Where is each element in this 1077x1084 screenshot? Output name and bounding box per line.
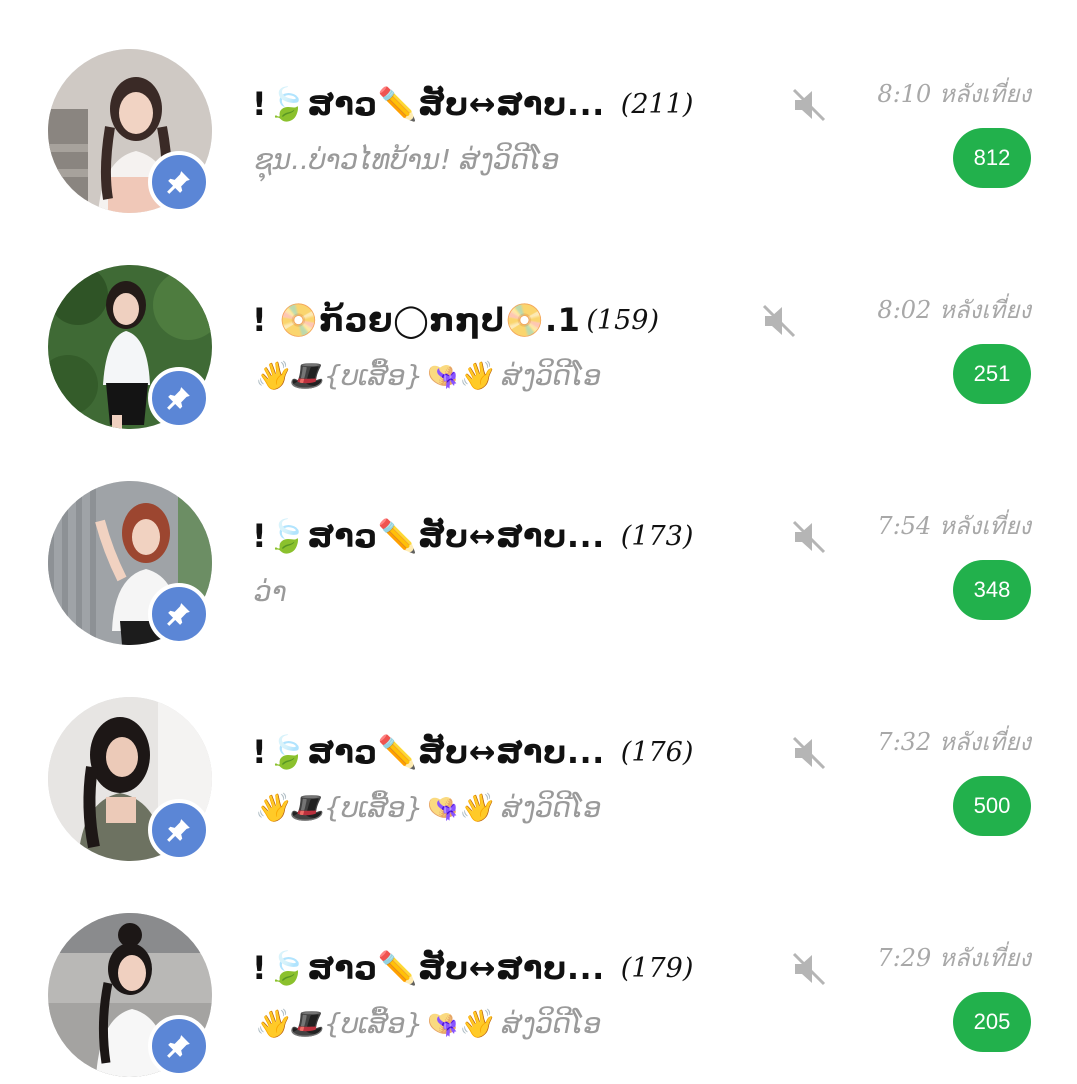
mute-icon: [790, 734, 828, 772]
pin-icon: [148, 1015, 210, 1077]
last-message-preview: ຊຸນ..ບ່າວໄທບ້ານ! ສ່ງວິດີໂອ: [254, 142, 560, 176]
pin-icon: [148, 583, 210, 645]
unread-count-badge: 348: [953, 560, 1031, 620]
timestamp: 7:54 หลังเที่ยง: [877, 512, 1031, 540]
unread-count-badge: 812: [953, 128, 1031, 188]
chat-row[interactable]: !🍃ສາວ✏️ສັບ↔ສາບ... (176) 👋🎩{ບເສື້ອ}👒👋 ສ່ງ…: [0, 648, 1077, 864]
member-count: (159): [586, 304, 659, 336]
chat-title-line: !🍃ສາວ✏️ສັບ↔ສາບ... (173): [252, 510, 792, 562]
chat-title: ! 📀ກ້ວຍ◯ກ໗ປ📀.1: [252, 301, 581, 339]
chat-list: !🍃ສາວ✏️ສັບ↔ສາບ... (211) ຊຸນ..ບ່າວໄທບ້ານ!…: [0, 0, 1077, 1084]
last-message-preview: 👋🎩{ບເສື້ອ}👒👋 ສ່ງວິດີໂອ: [254, 1006, 602, 1040]
timestamp: 7:29 หลังเที่ยง: [877, 944, 1031, 972]
unread-count-badge: 500: [953, 776, 1031, 836]
member-count: (173): [620, 520, 694, 552]
timestamp: 8:10 หลังเที่ยง: [877, 80, 1031, 108]
chat-title: !🍃ສາວ✏️ສັບ↔ສາບ...: [252, 517, 605, 555]
mute-icon: [790, 518, 828, 556]
chat-title: !🍃ສາວ✏️ສັບ↔ສາບ...: [252, 85, 605, 123]
member-count: (211): [620, 88, 694, 120]
mute-icon: [760, 302, 798, 340]
pin-icon: [148, 151, 210, 213]
chat-row[interactable]: !🍃ສາວ✏️ສັບ↔ສາບ... (179) 👋🎩{ບເສື້ອ}👒👋 ສ່ງ…: [0, 864, 1077, 1080]
pin-icon: [148, 799, 210, 861]
chat-title-line: !🍃ສາວ✏️ສັບ↔ສາບ... (211): [252, 78, 792, 130]
mute-icon: [790, 86, 828, 124]
last-message-preview: 👋🎩{ບເສື້ອ}👒👋 ສ່ງວິດີໂອ: [254, 790, 602, 824]
last-message-preview: 👋🎩{ບເສື້ອ}👒👋 ສ່ງວິດີໂອ: [254, 358, 602, 392]
chat-title-line: ! 📀ກ້ວຍ◯ກ໗ປ📀.1 (159): [252, 294, 792, 346]
chat-row[interactable]: !🍃ສາວ✏️ສັບ↔ສາບ... (211) ຊຸນ..ບ່າວໄທບ້ານ!…: [0, 0, 1077, 216]
chat-row[interactable]: !🍃ສາວ✏️ສັບ↔ສາບ... (173) ວ່າ 7:54 หลังเที…: [0, 432, 1077, 648]
timestamp: 7:32 หลังเที่ยง: [877, 728, 1031, 756]
unread-count-badge: 205: [953, 992, 1031, 1052]
pin-icon: [148, 367, 210, 429]
chat-title-line: !🍃ສາວ✏️ສັບ↔ສາບ... (179): [252, 942, 792, 994]
chat-title: !🍃ສາວ✏️ສັບ↔ສາບ...: [252, 949, 605, 987]
chat-title: !🍃ສາວ✏️ສັບ↔ສາບ...: [252, 733, 605, 771]
unread-count-badge: 251: [953, 344, 1031, 404]
chat-title-line: !🍃ສາວ✏️ສັບ↔ສາບ... (176): [252, 726, 792, 778]
member-count: (176): [620, 736, 694, 768]
chat-row[interactable]: ! 📀ກ້ວຍ◯ກ໗ປ📀.1 (159) 👋🎩{ບເສື້ອ}👒👋 ສ່ງວິດ…: [0, 216, 1077, 432]
member-count: (179): [620, 952, 694, 984]
mute-icon: [790, 950, 828, 988]
last-message-preview: ວ່າ: [254, 574, 287, 608]
timestamp: 8:02 หลังเที่ยง: [877, 296, 1031, 324]
